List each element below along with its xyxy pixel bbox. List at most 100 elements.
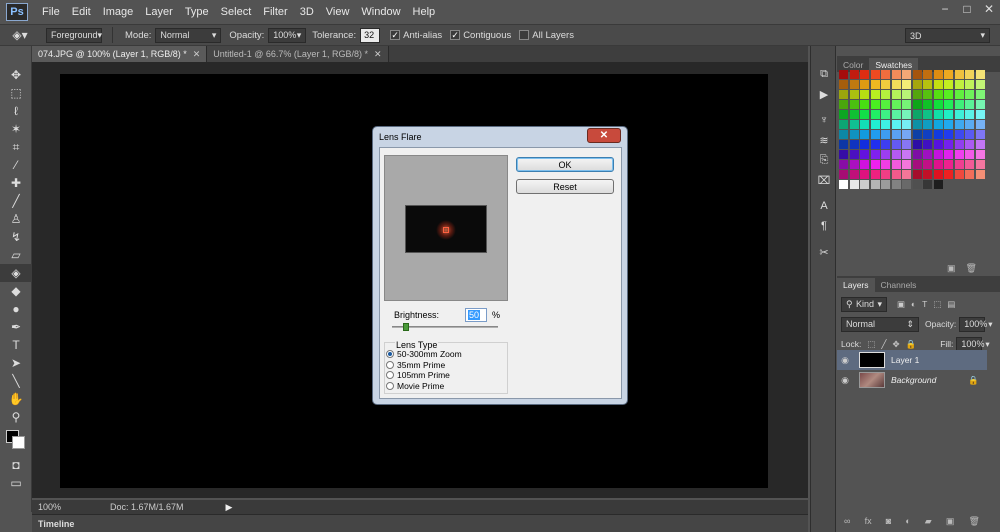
swatch[interactable] — [912, 130, 922, 139]
swatch[interactable] — [933, 160, 943, 169]
swatch[interactable] — [870, 130, 880, 139]
swatch[interactable] — [975, 70, 985, 79]
zoom-tool-icon[interactable]: ⚲ — [0, 408, 32, 426]
swatch[interactable] — [870, 110, 880, 119]
tolerance-input[interactable]: 32 — [360, 27, 381, 43]
swatch[interactable] — [933, 140, 943, 149]
brush-icon[interactable]: ≋ — [811, 130, 837, 150]
swatch[interactable] — [902, 180, 911, 189]
radio-105mm-prime[interactable]: 105mm Prime — [386, 370, 450, 380]
swatch[interactable] — [923, 180, 932, 189]
swatch[interactable] — [933, 70, 943, 79]
eraser-tool-icon[interactable]: ▱ — [0, 246, 32, 264]
swatch[interactable] — [965, 70, 974, 79]
swatch[interactable] — [923, 70, 932, 79]
chevron-down-icon[interactable]: ▾ — [985, 339, 989, 350]
filter-icons[interactable]: ▣◐T⬚▤ — [897, 299, 961, 310]
swatch[interactable] — [839, 150, 848, 159]
swatch[interactable] — [860, 150, 869, 159]
swatch[interactable] — [923, 90, 932, 99]
line-tool-icon[interactable]: ╲ — [0, 372, 32, 390]
swatch[interactable] — [954, 70, 964, 79]
eye-icon[interactable]: ◉ — [837, 355, 853, 366]
all-layers-checkbox[interactable]: All Layers — [519, 30, 574, 41]
swatch[interactable] — [860, 90, 869, 99]
swatch[interactable] — [912, 170, 922, 179]
color-swatches[interactable] — [0, 426, 32, 452]
swatch[interactable] — [965, 100, 974, 109]
swatch[interactable] — [923, 120, 932, 129]
move-tool-icon[interactable]: ✥ — [0, 66, 32, 84]
swatch[interactable] — [933, 150, 943, 159]
doc-tab-untitled[interactable]: Untitled-1 @ 66.7% (Layer 1, RGB/8) * ✕ — [207, 46, 389, 62]
lasso-tool-icon[interactable]: ℓ — [0, 102, 32, 120]
radio-35mm-prime[interactable]: 35mm Prime — [386, 360, 445, 370]
swatch[interactable] — [923, 170, 932, 179]
swatch[interactable] — [849, 130, 859, 139]
swatch[interactable] — [912, 140, 922, 149]
swatch[interactable] — [891, 70, 901, 79]
swatch[interactable] — [933, 80, 943, 89]
layer-opacity-input[interactable]: 100% — [959, 316, 987, 332]
swatch[interactable] — [902, 140, 911, 149]
brush-presets-icon[interactable]: ♆ — [811, 110, 837, 130]
swatch[interactable] — [891, 180, 901, 189]
layer-name[interactable]: Background — [891, 375, 936, 385]
swatch[interactable] — [975, 170, 985, 179]
swatch[interactable] — [912, 160, 922, 169]
swatch[interactable] — [954, 100, 964, 109]
dodge-tool-icon[interactable]: ● — [0, 300, 32, 318]
close-window-button[interactable]: ✕ — [978, 0, 1000, 18]
clone-stamp-tool-icon[interactable]: ♙ — [0, 210, 32, 228]
swatch[interactable] — [839, 100, 848, 109]
radio-movie-prime[interactable]: Movie Prime — [386, 381, 444, 391]
swatch[interactable] — [870, 170, 880, 179]
dialog-close-button[interactable]: ✕ — [587, 128, 621, 143]
swatch[interactable] — [891, 160, 901, 169]
close-icon[interactable]: ✕ — [374, 49, 382, 60]
swatch[interactable] — [881, 120, 890, 129]
swatch[interactable] — [975, 90, 985, 99]
swatch[interactable] — [849, 110, 859, 119]
mode-select[interactable]: Normal ▾ — [155, 27, 222, 43]
opacity-input[interactable]: 100% ▾ — [268, 27, 307, 43]
menu-edit[interactable]: Edit — [66, 6, 97, 18]
swatch[interactable] — [933, 130, 943, 139]
swatch[interactable] — [870, 70, 880, 79]
swatch[interactable] — [870, 150, 880, 159]
pen-tool-icon[interactable]: ✒ — [0, 318, 32, 336]
swatch[interactable] — [881, 170, 890, 179]
swatch[interactable] — [860, 110, 869, 119]
menu-filter[interactable]: Filter — [257, 6, 293, 18]
trash-icon[interactable]: 🗑 — [968, 516, 979, 530]
swatch[interactable] — [944, 160, 953, 169]
minimize-button[interactable]: − — [934, 0, 956, 18]
brush-tool-icon[interactable]: ╱ — [0, 192, 32, 210]
swatch-grid[interactable] — [839, 70, 991, 190]
swatch[interactable] — [891, 170, 901, 179]
swatch[interactable] — [954, 90, 964, 99]
swatch[interactable] — [954, 80, 964, 89]
lock-icons[interactable]: ⬚╱✥🔒 — [867, 339, 922, 350]
status-arrow-icon[interactable]: ▶ — [226, 502, 233, 513]
antialias-checkbox[interactable]: ✓ Anti-alias — [390, 30, 442, 41]
swatch[interactable] — [839, 80, 848, 89]
timeline-panel[interactable]: Timeline — [32, 514, 808, 532]
trash-icon[interactable]: 🗑 — [966, 263, 977, 274]
swatch[interactable] — [933, 100, 943, 109]
menu-view[interactable]: View — [320, 6, 356, 18]
workspace-select[interactable]: 3D ▾ — [905, 28, 990, 43]
doc-tab-074[interactable]: 074.JPG @ 100% (Layer 1, RGB/8) * ✕ — [32, 46, 208, 62]
swatch[interactable] — [891, 90, 901, 99]
swatch[interactable] — [881, 110, 890, 119]
swatch[interactable] — [839, 130, 848, 139]
menu-file[interactable]: File — [36, 6, 66, 18]
swatch[interactable] — [839, 180, 848, 189]
marquee-tool-icon[interactable]: ⬚ — [0, 84, 32, 102]
swatch[interactable] — [933, 170, 943, 179]
swatch[interactable] — [902, 160, 911, 169]
swatch[interactable] — [944, 100, 953, 109]
swatch[interactable] — [860, 70, 869, 79]
swatch[interactable] — [965, 110, 974, 119]
swatch[interactable] — [902, 130, 911, 139]
